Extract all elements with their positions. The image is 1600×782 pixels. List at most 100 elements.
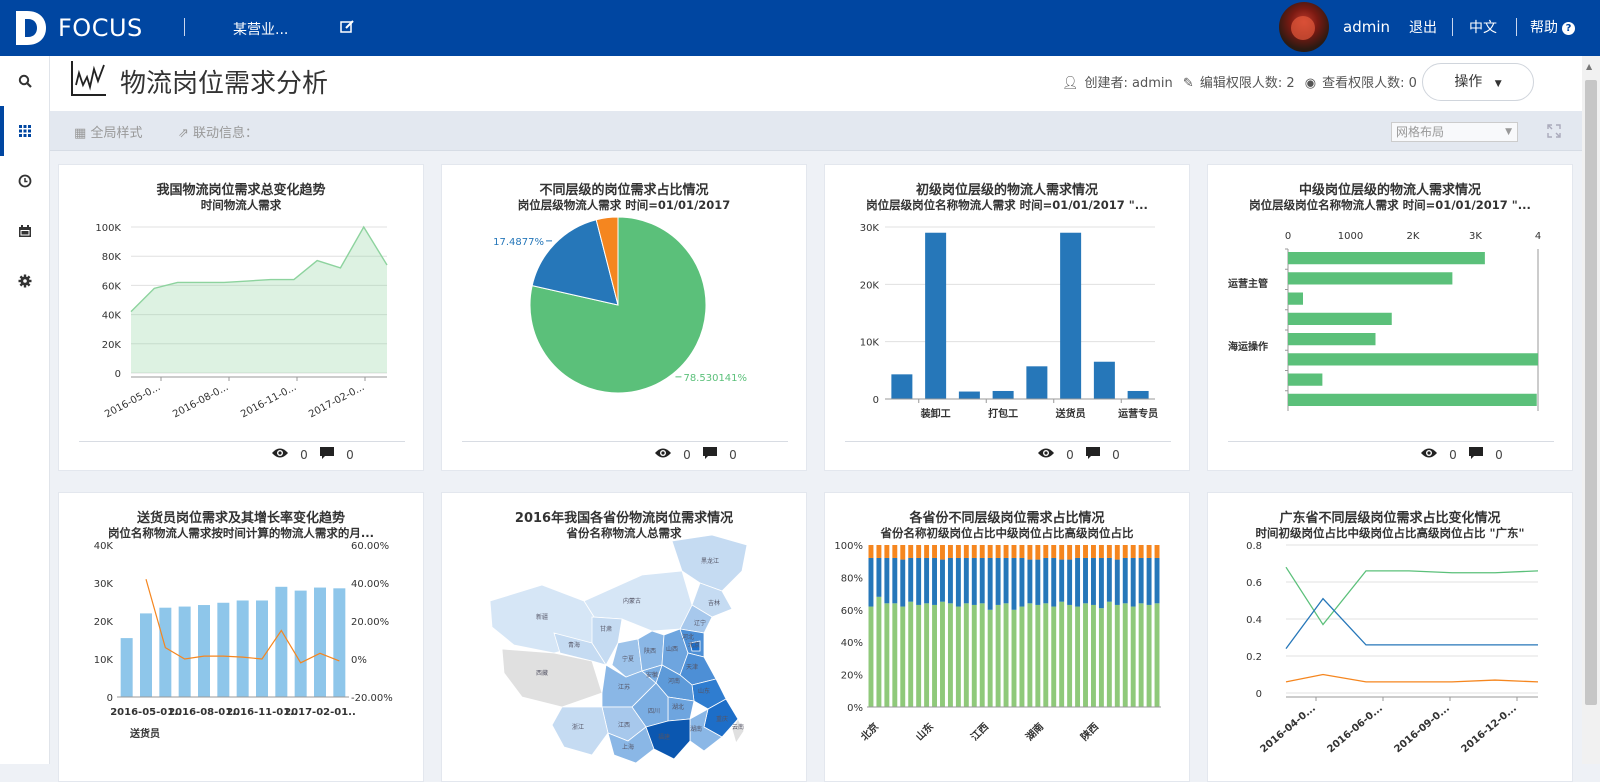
- bar: [198, 605, 210, 697]
- eye-icon: ◉: [1304, 76, 1317, 91]
- bar-segment: [1090, 604, 1096, 707]
- sidebar-item-settings[interactable]: [0, 256, 50, 306]
- y-tick-label: 30K: [860, 223, 880, 234]
- horizontal-bar-chart[interactable]: 0 1000 2K 3K 4 运营主管海运操作: [1208, 165, 1574, 441]
- scroll-up-arrow[interactable]: ▲: [1586, 62, 1592, 71]
- province-label: 上海: [622, 743, 634, 751]
- sidebar-item-history[interactable]: [0, 156, 50, 206]
- comment-icon[interactable]: [319, 446, 335, 463]
- fullscreen-icon[interactable]: [1547, 124, 1561, 138]
- province-label: 宁夏: [622, 655, 634, 663]
- eye-icon[interactable]: [654, 447, 672, 462]
- global-style-button[interactable]: ▦ 全局样式: [74, 122, 142, 141]
- focus-logo-icon[interactable]: [12, 8, 48, 48]
- bar-segment: [908, 557, 914, 602]
- chart-card[interactable]: 不同层级的岗位需求占比情况 岗位层级物流人需求 时间=01/01/2017 78…: [441, 164, 807, 471]
- province-label: 西藏: [536, 669, 548, 677]
- y-tick-label: 20%: [841, 671, 863, 682]
- chart-card[interactable]: 中级岗位层级的物流人需求情况 岗位层级岗位名称物流人需求 时间=01/01/20…: [1207, 164, 1573, 471]
- bar: [1288, 373, 1323, 386]
- province-label: 河南: [668, 677, 680, 685]
- bar-segment: [1154, 603, 1160, 707]
- chart-card[interactable]: 2016年我国各省份物流岗位需求情况 省份名称物流人总需求 黑龙江 吉林 辽宁 内蒙古…: [441, 492, 807, 782]
- bar-segment: [1043, 545, 1049, 558]
- comment-icon[interactable]: [1085, 446, 1101, 463]
- bar: [120, 638, 133, 697]
- bar-segment: [1083, 603, 1088, 707]
- series-line: [1285, 673, 1539, 683]
- bar: [1026, 366, 1048, 399]
- x-tick-label: 陕西: [1078, 720, 1101, 743]
- caret-down-icon: ▼: [1494, 79, 1502, 89]
- eye-icon[interactable]: [1420, 447, 1438, 462]
- stacked-bar-chart[interactable]: 100% 80% 60% 40% 20% 0% 北京 山东 江西 湖南 陕西: [825, 493, 1191, 765]
- bar-segment: [940, 545, 945, 560]
- sidebar-item-dashboard[interactable]: [0, 106, 50, 156]
- bar-segment: [971, 604, 977, 707]
- province-label: 北京: [688, 641, 700, 649]
- username[interactable]: admin: [1343, 18, 1390, 36]
- permission-meta: 👤︎ 创建者: admin ✎ 编辑权限人数: 2 ◉ 查看权限人数: 0: [1062, 72, 1423, 91]
- edit-icon[interactable]: [340, 20, 354, 34]
- y-tick-label: 20K: [102, 340, 122, 351]
- bar: [1288, 252, 1485, 265]
- province-map[interactable]: 黑龙江吉林辽宁 内蒙古新疆西藏 青海 甘肃宁夏 陕西 山西河北北京天津山东 河南江苏 安徽湖北…: [442, 493, 808, 765]
- bar-segment: [1011, 557, 1017, 610]
- scrollbar-thumb[interactable]: [1585, 80, 1597, 705]
- linkage-info-button[interactable]: ⇗ 联动信息：: [178, 122, 258, 141]
- y2-tick-label: -20.00%: [351, 693, 393, 704]
- layout-select[interactable]: 网格布局 ▼: [1391, 122, 1518, 142]
- sidebar-item-calendar[interactable]: [0, 206, 50, 256]
- chart-card[interactable]: 送货员岗位需求及其增长率变化趋势 岗位名称物流人需求按时间计算的物流人需求的月.…: [58, 492, 424, 782]
- bar-segment: [916, 545, 922, 558]
- bar-segment: [876, 596, 882, 707]
- chart-card[interactable]: 广东省不同层级岗位需求占比变化情况 时间初级岗位占比中级岗位占比高级岗位占比 "…: [1207, 492, 1573, 782]
- bar-segment: [892, 557, 898, 604]
- user-icon: 👤︎: [1062, 76, 1079, 91]
- y-tick-label: 运营主管: [1228, 277, 1268, 290]
- comment-icon[interactable]: [702, 446, 718, 463]
- bar-segment: [1003, 545, 1009, 558]
- bar-chart[interactable]: 30K 20K 10K 0 装卸工 打包工 送货员 运营专员: [825, 165, 1191, 441]
- view-count: 0: [300, 447, 308, 462]
- chart-card[interactable]: 各省份不同层级岗位需求占比情况 省份名称初级岗位占比中级岗位占比高级岗位占比 1…: [824, 492, 1190, 782]
- eye-icon[interactable]: [1037, 447, 1055, 462]
- province-label: 安徽: [646, 671, 658, 679]
- y-tick-label: 10K: [94, 655, 114, 666]
- multi-line-chart[interactable]: 0.80.60.40.202016-04-0... 2016-06-0... 201…: [1208, 493, 1574, 765]
- bar-segment: [1027, 603, 1033, 707]
- pie-chart[interactable]: 78.530141% 17.4877%: [442, 165, 808, 441]
- project-selector[interactable]: 某营业...: [233, 19, 288, 39]
- eye-icon[interactable]: [271, 447, 289, 462]
- brand-name[interactable]: FOCUS: [58, 14, 143, 42]
- language-switch[interactable]: 中文: [1469, 17, 1497, 37]
- logout-link[interactable]: 退出: [1409, 17, 1437, 37]
- y-tick-label: 100K: [95, 223, 121, 234]
- combo-bar-line-chart[interactable]: 40K 60.00% 30K 40.00% 20K 20.00% 10K 0% 0 -20.00%…: [59, 493, 425, 765]
- user-avatar[interactable]: [1279, 2, 1329, 52]
- area-chart[interactable]: 100K 80K 60K 40K 20K 0 2016-05-0... 2016-08-0..…: [59, 165, 425, 441]
- bar-segment: [924, 557, 930, 604]
- comment-count: 0: [346, 447, 354, 462]
- comment-icon[interactable]: [1468, 446, 1484, 463]
- sidebar-item-search[interactable]: [0, 56, 50, 106]
- bar-segment: [1051, 545, 1057, 558]
- bar-segment: [1106, 545, 1112, 558]
- x-tick-label: 1000: [1338, 231, 1363, 242]
- bar-segment: [1067, 604, 1073, 707]
- help-link[interactable]: 帮助?: [1530, 17, 1575, 37]
- bar-segment: [1075, 545, 1081, 558]
- series-line: [1285, 566, 1539, 626]
- bar: [1288, 333, 1376, 346]
- operations-button[interactable]: 操作 ▼: [1422, 63, 1534, 101]
- bar-segment: [987, 609, 993, 707]
- edit-permission-count[interactable]: 编辑权限人数: 2: [1200, 76, 1295, 91]
- x-tick-label: 2016-09-0...: [1392, 703, 1451, 755]
- province-label: 内蒙古: [623, 597, 641, 605]
- clock-icon: [18, 174, 32, 188]
- chart-card[interactable]: 初级岗位层级的物流人需求情况 岗位层级岗位名称物流人需求 时间=01/01/20…: [824, 164, 1190, 471]
- comment-count: 0: [1495, 447, 1503, 462]
- view-permission-count[interactable]: 查看权限人数: 0: [1322, 76, 1417, 91]
- y-tick-label: 海运操作: [1228, 340, 1268, 353]
- chart-card[interactable]: 我国物流岗位需求总变化趋势 时间物流人需求 100K 80K 60K 40K 20K 0 2…: [58, 164, 424, 471]
